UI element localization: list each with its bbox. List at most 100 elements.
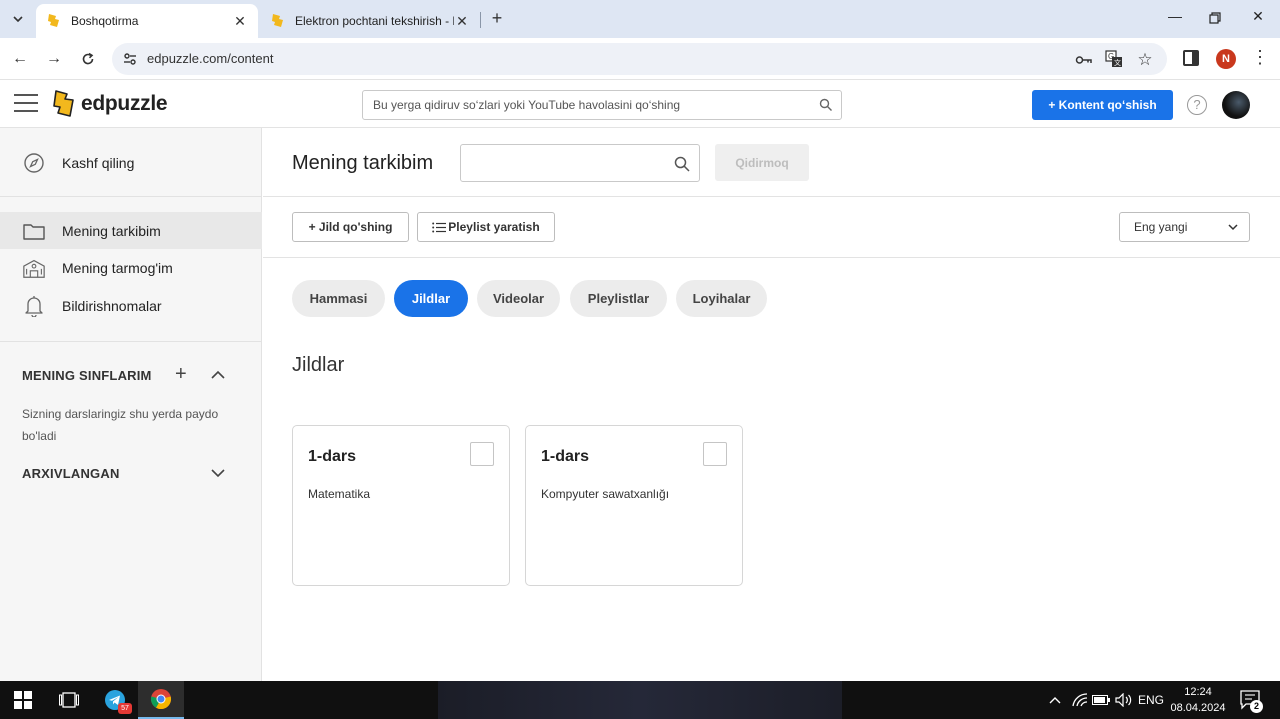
filter-playlists[interactable]: Pleylistlar: [570, 280, 667, 317]
task-view-icon[interactable]: [46, 681, 92, 719]
tab-separator: [480, 12, 481, 28]
chevron-down-icon[interactable]: [210, 465, 226, 481]
chrome-icon: [150, 689, 172, 710]
chevron-down-icon: [13, 16, 23, 23]
wifi-icon[interactable]: [1071, 691, 1089, 709]
restore-icon[interactable]: [1203, 8, 1227, 30]
folder-select-checkbox[interactable]: [470, 442, 494, 466]
system-clock[interactable]: 12:24 08.04.2024: [1168, 684, 1228, 716]
add-class-icon[interactable]: +: [175, 363, 187, 386]
clock-date: 08.04.2024: [1170, 702, 1226, 714]
new-tab-button[interactable]: +: [486, 8, 508, 30]
main-divider: [263, 257, 1280, 258]
minimize-icon[interactable]: —: [1163, 8, 1187, 30]
filter-folders[interactable]: Jildlar: [394, 280, 468, 317]
list-icon: [432, 222, 447, 232]
folder-name: 1-dars: [541, 448, 590, 465]
app-header: edpuzzle + Kontent qo‘shish ?: [0, 81, 1280, 128]
bookmark-star-icon[interactable]: ☆: [1135, 50, 1155, 70]
filter-all[interactable]: Hammasi: [292, 280, 385, 317]
tab-title: Boshqotirma: [71, 14, 139, 28]
chrome-taskbar-button[interactable]: [138, 681, 184, 719]
folder-select-checkbox[interactable]: [703, 442, 727, 466]
add-folder-button[interactable]: + Jild qo'shing: [292, 212, 409, 242]
taskbar: 57 ENG 12:24 08.04.2024 2: [0, 681, 1280, 719]
create-playlist-label: Pleylist yaratish: [448, 220, 540, 234]
create-playlist-button[interactable]: Pleylist yaratish: [417, 212, 555, 242]
search-button[interactable]: Qidirmoq: [715, 144, 809, 181]
sidebar-divider: [0, 341, 262, 342]
browser-menu-icon[interactable]: ⋮: [1250, 47, 1270, 71]
windows-start-icon[interactable]: [0, 681, 46, 719]
back-arrow-icon[interactable]: ←: [8, 47, 32, 71]
school-icon: [22, 256, 46, 280]
close-window-icon[interactable]: ✕: [1246, 8, 1270, 30]
sidebar-item-label: Bildirishnomalar: [62, 297, 162, 314]
content-search-input[interactable]: [461, 145, 661, 181]
classes-empty-note: Sizning darslaringiz shu yerda paydo bo'…: [22, 407, 219, 443]
profile-avatar-icon[interactable]: N: [1216, 49, 1236, 69]
forward-arrow-icon[interactable]: →: [42, 47, 66, 71]
password-key-icon[interactable]: [1074, 50, 1094, 70]
sidebar-divider: [0, 196, 262, 197]
avatar[interactable]: [1222, 91, 1250, 119]
close-tab-icon[interactable]: ✕: [454, 13, 470, 30]
folder-class: Matematika: [308, 487, 371, 501]
filter-videos[interactable]: Videolar: [477, 280, 560, 317]
global-search-field[interactable]: [362, 90, 842, 120]
sidebar-item-my-network[interactable]: Mening tarmog'im: [0, 249, 262, 286]
tray-overflow-icon[interactable]: [1048, 691, 1062, 709]
battery-icon[interactable]: [1092, 691, 1110, 709]
content-search-field[interactable]: [460, 144, 700, 182]
browser-tab-strip: Boshqotirma ✕ Elektron pochtani tekshiri…: [0, 0, 1280, 38]
bell-icon: [22, 294, 46, 318]
compass-icon: [22, 151, 46, 175]
edpuzzle-favicon-icon: [272, 14, 283, 27]
my-classes-heading: MENING SINFLARIM: [22, 368, 152, 383]
url-text: edpuzzle.com/content: [147, 51, 274, 66]
close-tab-icon[interactable]: ✕: [232, 13, 248, 30]
folder-class: Kompyuter sawatxanlığı: [541, 487, 670, 501]
folder-card[interactable]: 1-dars Kompyuter sawatxanlığı: [525, 425, 743, 586]
reload-icon[interactable]: [76, 47, 100, 71]
side-panel-icon[interactable]: [1183, 50, 1199, 66]
sidebar-item-my-content[interactable]: Mening tarkibim: [0, 212, 262, 249]
translate-icon[interactable]: G文: [1104, 50, 1124, 70]
edpuzzle-favicon-icon: [48, 14, 59, 27]
clock-time: 12:24: [1184, 686, 1212, 698]
folder-card[interactable]: 1-dars Matematika: [292, 425, 510, 586]
language-indicator[interactable]: ENG: [1136, 691, 1166, 709]
sidebar-item-notifications[interactable]: Bildirishnomalar: [0, 287, 262, 324]
browser-tab-active[interactable]: Boshqotirma ✕: [36, 4, 258, 38]
help-icon[interactable]: ?: [1187, 95, 1207, 115]
sidebar-item-discover[interactable]: Kashf qiling: [0, 144, 262, 181]
tab-search-button[interactable]: [6, 7, 30, 31]
section-title: Jildlar: [292, 354, 345, 376]
sidebar-item-label: Mening tarkibim: [62, 222, 161, 239]
global-search-input[interactable]: [363, 91, 803, 119]
logo-text: edpuzzle: [81, 92, 168, 115]
search-icon[interactable]: [674, 156, 690, 172]
hamburger-menu-icon[interactable]: [14, 94, 38, 114]
chevron-up-icon[interactable]: [210, 367, 226, 383]
telegram-taskbar-button[interactable]: 57: [92, 681, 138, 719]
folder-icon: [22, 219, 46, 243]
search-icon[interactable]: [819, 98, 833, 112]
site-settings-icon[interactable]: [122, 51, 138, 67]
archived-heading[interactable]: ARXIVLANGAN: [22, 466, 120, 481]
browser-toolbar: ← → edpuzzle.com/content G文 ☆ N ⋮: [0, 38, 1280, 80]
taskbar-background: [438, 681, 842, 719]
edpuzzle-logo[interactable]: edpuzzle: [52, 89, 168, 119]
sort-dropdown[interactable]: Eng yangi: [1119, 212, 1250, 242]
browser-tab-inactive[interactable]: Elektron pochtani tekshirish - Ed ✕: [260, 4, 480, 38]
main-content: Mening tarkibim Qidirmoq + Jild qo'shing…: [263, 128, 1280, 681]
folder-name: 1-dars: [308, 448, 357, 465]
filter-projects[interactable]: Loyihalar: [676, 280, 767, 317]
sidebar-item-label: Kashf qiling: [62, 154, 135, 171]
svg-text:文: 文: [1114, 58, 1121, 67]
volume-icon[interactable]: [1114, 691, 1134, 709]
page-title: Mening tarkibim: [292, 152, 434, 174]
address-bar[interactable]: edpuzzle.com/content G文 ☆: [112, 43, 1167, 75]
main-divider: [263, 196, 1280, 197]
add-content-button[interactable]: + Kontent qo‘shish: [1032, 90, 1173, 120]
